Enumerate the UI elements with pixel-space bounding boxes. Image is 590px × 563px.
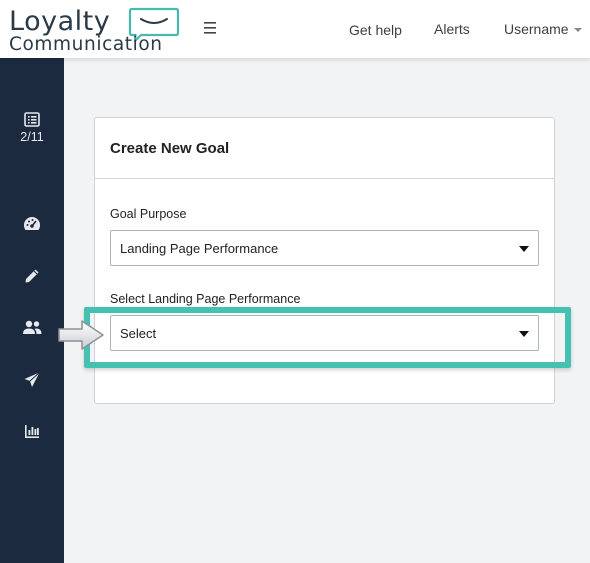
goal-purpose-value: Landing Page Performance <box>120 241 279 256</box>
sidebar-item-dashboard[interactable] <box>0 216 64 232</box>
user-menu[interactable]: Username <box>504 21 582 37</box>
caret-down-icon <box>519 246 529 252</box>
sidebar: 2/11 <box>0 58 64 563</box>
landing-page-performance-label: Select Landing Page Performance <box>110 292 301 306</box>
landing-page-performance-select[interactable]: Select <box>110 315 539 351</box>
brand-line1: Loyalty <box>9 6 111 37</box>
card-header: Create New Goal <box>95 118 554 179</box>
username-label: Username <box>504 21 569 37</box>
dashboard-gauge-icon <box>24 217 40 230</box>
goal-purpose-label: Goal Purpose <box>110 207 187 221</box>
landing-page-performance-value: Select <box>120 326 157 341</box>
sidebar-item-edit[interactable] <box>0 268 64 284</box>
top-navbar: Loyalty Communication Get help Alerts Us… <box>0 0 590 58</box>
get-help-link[interactable]: Get help <box>349 22 402 38</box>
card-title: Create New Goal <box>110 140 230 157</box>
sidebar-item-reports[interactable] <box>0 424 64 439</box>
sidebar-item-progress[interactable]: 2/11 <box>0 112 64 144</box>
hamburger-icon[interactable] <box>202 17 218 37</box>
pencil-icon <box>25 269 39 283</box>
bar-chart-icon <box>25 425 39 438</box>
sidebar-item-send[interactable] <box>0 372 64 388</box>
users-icon <box>23 320 42 334</box>
progress-label: 2/11 <box>20 130 44 144</box>
arrow-pointer-icon <box>58 320 104 350</box>
paper-plane-icon <box>24 372 40 387</box>
goal-purpose-select[interactable]: Landing Page Performance <box>110 230 539 266</box>
create-goal-card: Create New Goal Goal Purpose Landing Pag… <box>94 117 555 404</box>
list-icon <box>24 112 40 127</box>
sidebar-item-users[interactable] <box>0 320 64 335</box>
brand-logo[interactable]: Loyalty Communication <box>8 5 180 55</box>
chevron-down-icon <box>573 28 582 33</box>
alerts-link[interactable]: Alerts <box>434 21 470 37</box>
brand-line2: Communication <box>9 34 163 55</box>
caret-down-icon <box>519 331 529 337</box>
